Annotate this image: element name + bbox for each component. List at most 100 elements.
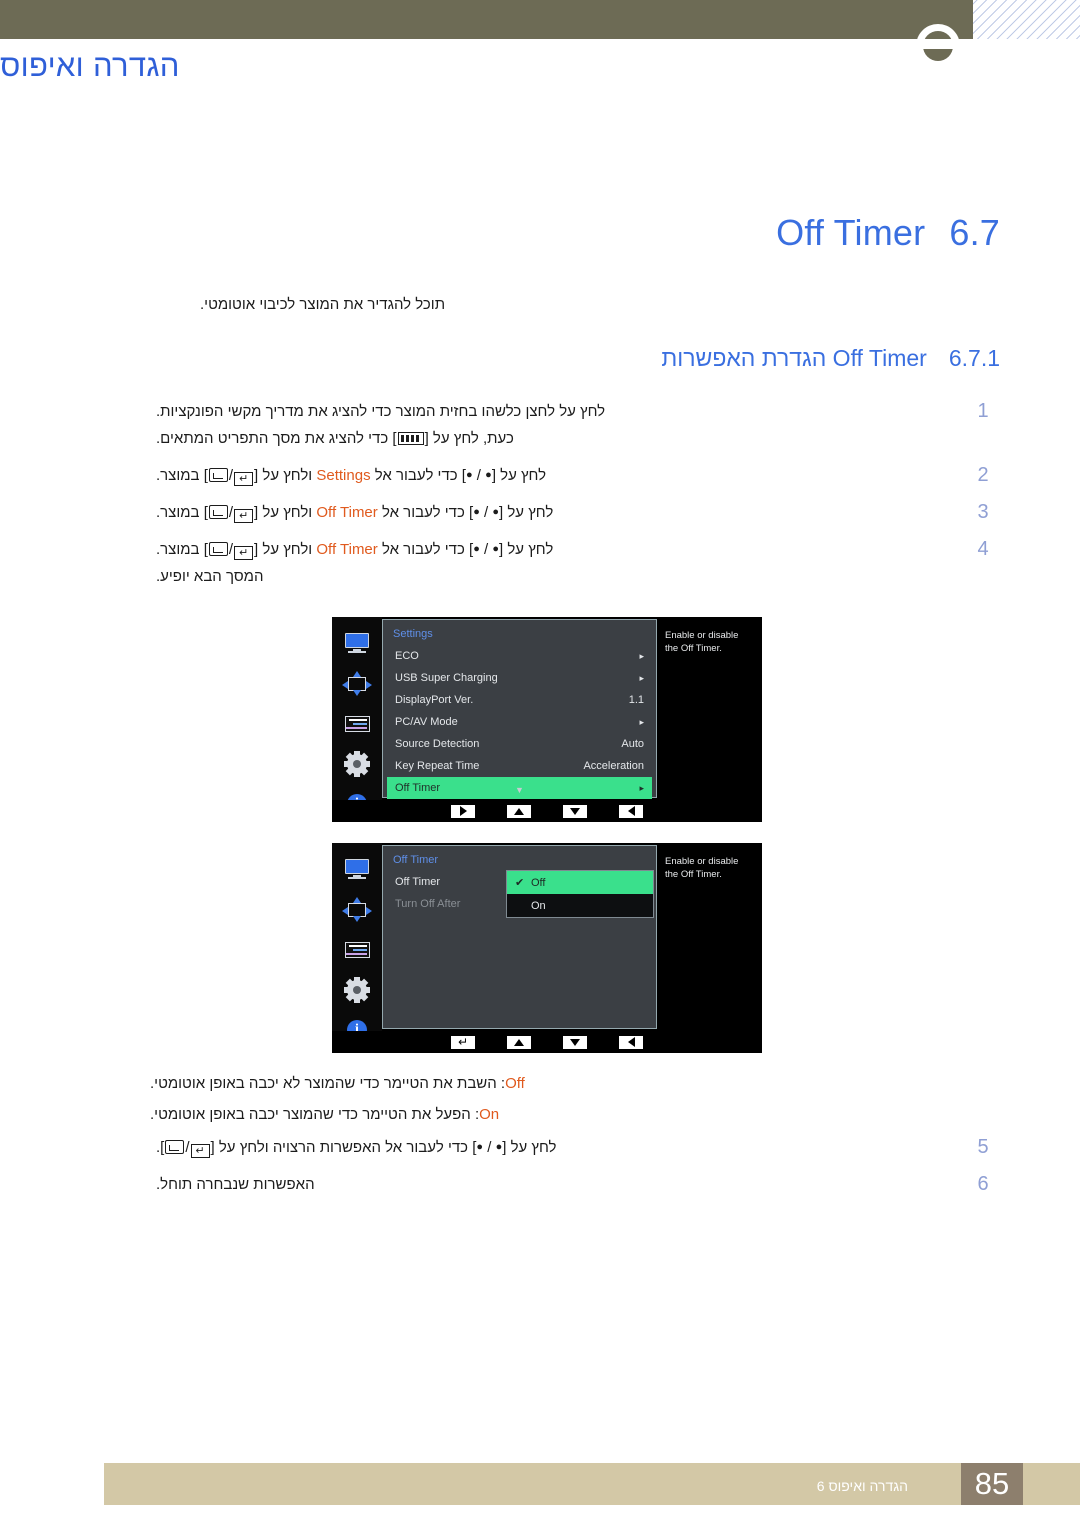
section-intro: תוכל להגדיר את המוצר לכיבוי אוטומטי. xyxy=(200,296,446,313)
osd-footer-buttons: ↵ xyxy=(332,1031,762,1053)
manual-page: הגדרה ואיפוס Off Timer 6.7 תוכל להגדיר את… xyxy=(0,0,1080,1527)
step4-f: ] במוצר. xyxy=(156,541,208,558)
section-number: 6.7 xyxy=(949,212,1000,253)
osd-menu-title: Off Timer xyxy=(393,854,439,866)
osd-menu-item-usb-super-charging[interactable]: USB Super Charging ▸ xyxy=(393,667,646,689)
step1-line2-a: כעת, לחץ על [ xyxy=(424,430,514,447)
osd-option-label: On xyxy=(531,899,546,912)
step5-e: / xyxy=(185,1139,190,1156)
note-off: Off: השבת את הטיימר כדי שהמוצר לא יכבה ב… xyxy=(150,1068,1000,1099)
step2-a: לחץ על [ xyxy=(491,467,547,484)
osd-help-text: Enable or disable the Off Timer. xyxy=(657,619,762,798)
osd-item-label: Off Timer xyxy=(395,876,441,888)
osd-menu-item-eco[interactable]: ECO ▸ xyxy=(393,645,646,667)
osd-item-label: Turn Off After xyxy=(395,898,461,910)
osd-menu-title: Settings xyxy=(393,628,433,640)
page-title-text: הגדרה ואיפוס xyxy=(0,48,180,83)
osd-button-left[interactable] xyxy=(619,1035,643,1049)
osd-menu-item-key-repeat-time[interactable]: Key Repeat Time Acceleration xyxy=(393,755,646,777)
step4-c: ] כדי לעבור אל xyxy=(377,541,474,558)
step2-f: ] במוצר. xyxy=(156,467,208,484)
step2-d: ולחץ על [ xyxy=(254,467,317,484)
osd-button-up[interactable] xyxy=(507,804,531,818)
step-number: 3 xyxy=(977,501,989,523)
osd-help-text: Enable or disable the Off Timer. xyxy=(657,845,762,1029)
step4-a: לחץ על [ xyxy=(499,541,554,558)
gear-icon[interactable] xyxy=(342,977,372,1003)
step-text: לחץ על לחצן כלשהו בחזית המוצר כדי להציג … xyxy=(150,398,966,452)
osd-option-off[interactable]: ✔ Off xyxy=(507,871,653,894)
dot-glyph: ● xyxy=(485,469,492,481)
step4-e: / xyxy=(228,541,234,558)
header-olive-bar xyxy=(0,0,973,39)
check-icon: ✔ xyxy=(515,877,525,889)
osd-item-label: Key Repeat Time xyxy=(395,760,480,772)
osd-button-down[interactable] xyxy=(563,1035,587,1049)
osd-icon-rail: i xyxy=(332,617,382,822)
footer-chapter-label: הגדרה ואיפוס 6 xyxy=(816,1478,908,1494)
step5-f: ]. xyxy=(156,1139,165,1156)
scroll-down-icon[interactable]: ▼ xyxy=(383,785,656,795)
step-item: 6 האפשרות שנבחרה תוחל. xyxy=(150,1171,1000,1198)
osd-menu-item-pc-av-mode[interactable]: PC/AV Mode ▸ xyxy=(393,711,646,733)
step-item: 5 לחץ על [● / ●] כדי לעבור אל האפשרות הר… xyxy=(150,1134,1000,1161)
back-key-icon xyxy=(208,542,228,556)
step5-c: ] כדי לעבור אל האפשרות הרצויה ולחץ על [ xyxy=(210,1139,477,1156)
step3-b: / xyxy=(479,504,493,521)
step-number: 1 xyxy=(977,400,989,422)
osd-menu-panel: Off Timer Off Timer Turn Off After ✔ Off… xyxy=(382,845,657,1029)
chevron-right-icon: ▸ xyxy=(639,672,644,683)
osd-button-right[interactable] xyxy=(451,804,475,818)
step-number: 6 xyxy=(977,1173,989,1195)
subsection-title-text: הגדרת האפשרות Off Timer xyxy=(661,345,927,371)
enter-key-icon: ↵ xyxy=(190,1144,210,1158)
osd-item-label: DisplayPort Ver. xyxy=(395,694,474,706)
step-text: לחץ על [● / ●] כדי לעבור אל Settings ולח… xyxy=(150,462,966,489)
osd-button-down[interactable] xyxy=(563,804,587,818)
page-title: הגדרה ואיפוס xyxy=(0,48,888,84)
step3-d: ולחץ על [ xyxy=(254,504,317,521)
osd-item-label: USB Super Charging xyxy=(395,672,498,684)
back-key-icon xyxy=(208,505,228,519)
osd-menu-item-source-detection[interactable]: Source Detection Auto xyxy=(393,733,646,755)
dot-glyph: ● xyxy=(473,543,480,555)
footer-page-number: 85 xyxy=(961,1463,1023,1505)
osd-list-icon[interactable] xyxy=(342,711,372,737)
section-heading: Off Timer 6.7 xyxy=(776,212,1000,254)
osd-item-label: PC/AV Mode xyxy=(395,716,458,728)
osd-menu-panel: Settings ECO ▸ USB Super Charging ▸ Disp… xyxy=(382,619,657,799)
enter-key-icon: ↵ xyxy=(234,472,254,486)
move-icon[interactable] xyxy=(342,897,372,923)
osd-button-enter[interactable]: ↵ xyxy=(451,1035,475,1049)
osd-screenshot-off-timer: i Off Timer Off Timer Turn Off After ✔ O… xyxy=(332,843,762,1053)
osd-list-icon[interactable] xyxy=(342,937,372,963)
gear-icon[interactable] xyxy=(342,751,372,777)
enter-key-icon: ↵ xyxy=(234,509,254,523)
back-key-icon xyxy=(208,468,228,482)
osd-button-left[interactable] xyxy=(619,804,643,818)
step2-c: ] כדי לעבור אל xyxy=(370,467,466,484)
osd-button-up[interactable] xyxy=(507,1035,531,1049)
monitor-icon[interactable] xyxy=(342,631,372,657)
osd-option-on[interactable]: On xyxy=(507,894,653,917)
step4-b: / xyxy=(479,541,493,558)
section-title-text: Off Timer xyxy=(776,212,926,253)
osd-footer-buttons xyxy=(332,800,762,822)
osd-option-popup: ✔ Off On xyxy=(506,870,654,918)
step-text: לחץ על [● / ●] כדי לעבור אל Off Timer ול… xyxy=(150,536,966,590)
osd-icon-rail: i xyxy=(332,843,382,1053)
osd-item-value: 1.1 xyxy=(628,694,644,706)
osd-menu-item-displayport-ver[interactable]: DisplayPort Ver. 1.1 xyxy=(393,689,646,711)
step-text: האפשרות שנבחרה תוחל. xyxy=(156,1176,315,1193)
osd-item-value: Auto xyxy=(621,738,644,750)
step2-b: / xyxy=(472,467,486,484)
menu-key-icon xyxy=(397,432,424,445)
step4-line2: המסך הבא יופיע. xyxy=(156,568,264,585)
monitor-icon[interactable] xyxy=(342,857,372,883)
step2-target: Settings xyxy=(316,467,371,484)
back-key-icon xyxy=(165,1140,185,1154)
step3-target: Off Timer xyxy=(316,504,378,521)
move-icon[interactable] xyxy=(342,671,372,697)
step5-b: / xyxy=(483,1139,496,1156)
step-item: 2 לחץ על [● / ●] כדי לעבור אל Settings ו… xyxy=(150,462,1000,489)
